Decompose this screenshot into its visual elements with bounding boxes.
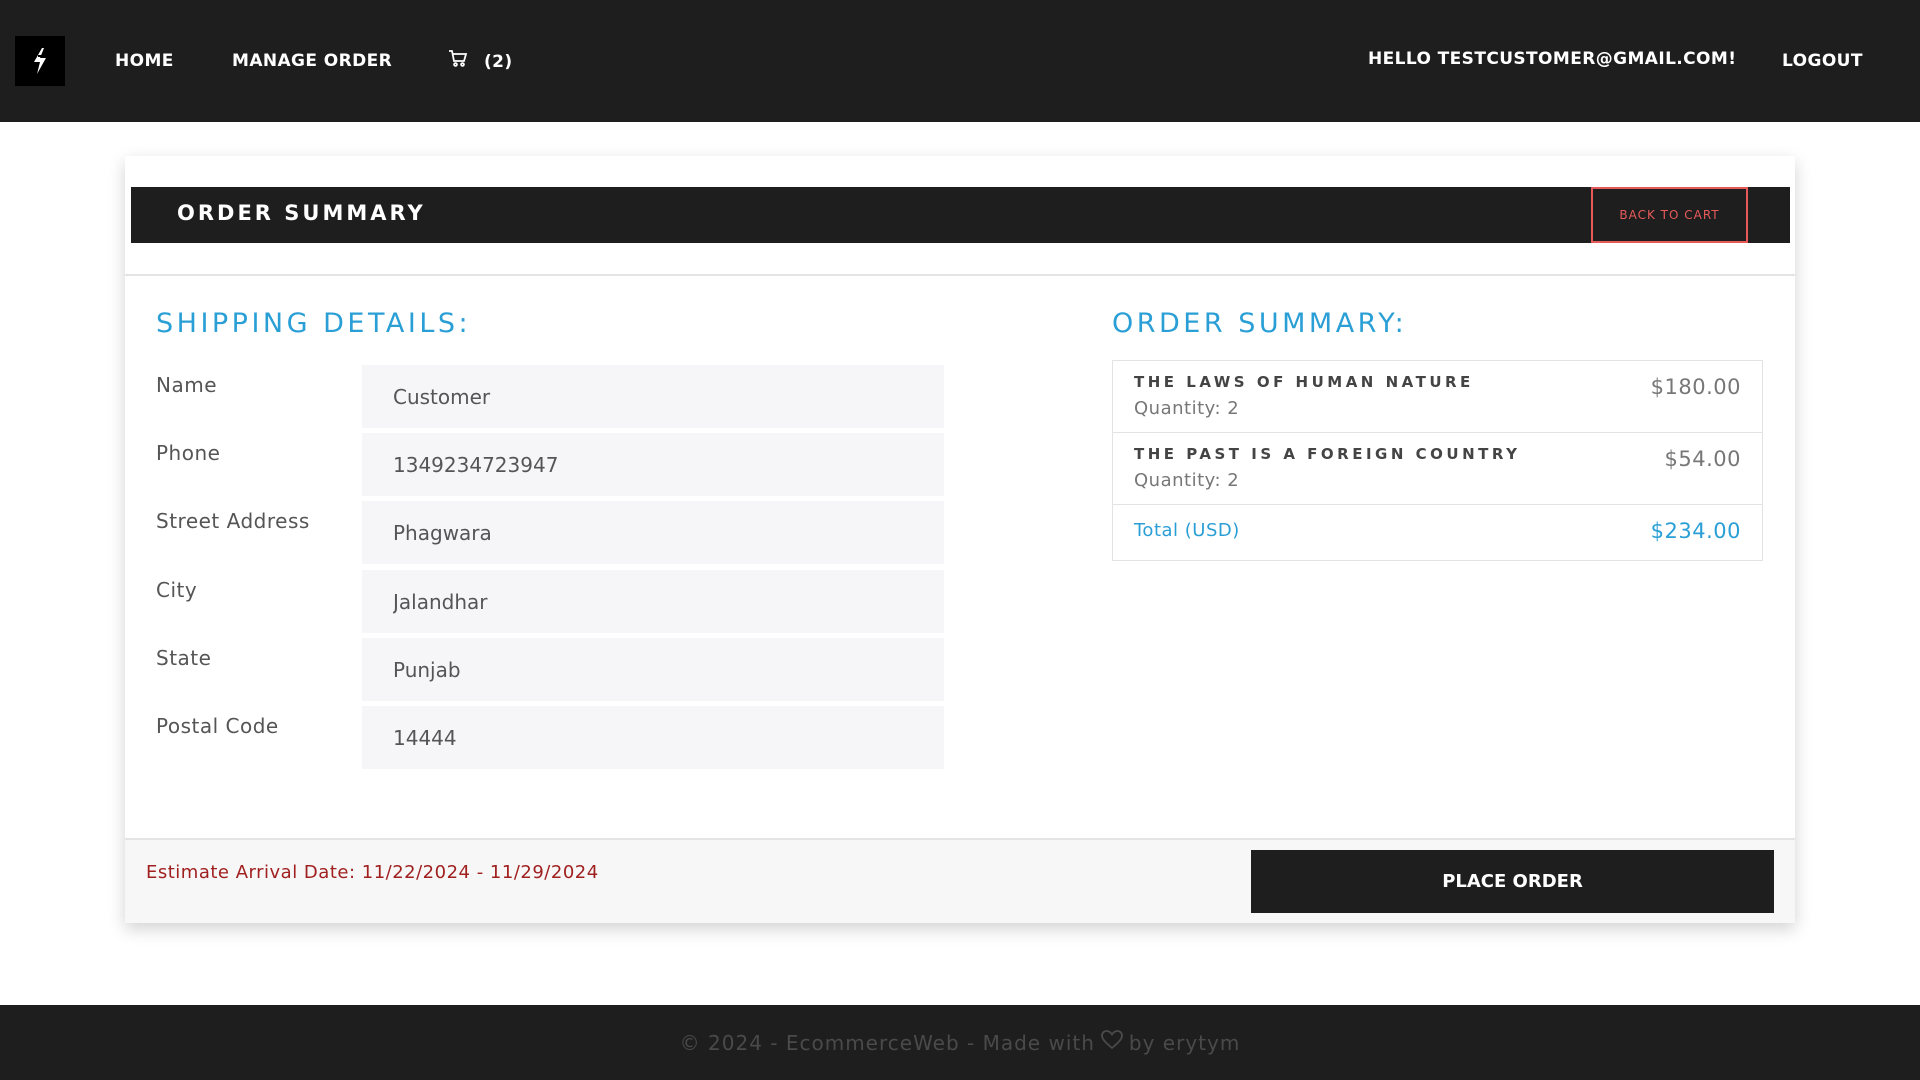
city-label: City (156, 578, 198, 602)
street-address-field[interactable] (362, 501, 944, 564)
cart-icon (448, 49, 468, 74)
item-quantity: Quantity: 2 (1134, 398, 1240, 419)
nav-home-link[interactable]: HOME (115, 49, 174, 73)
divider (125, 274, 1795, 276)
postal-code-label: Postal Code (156, 714, 279, 738)
footer-author-link[interactable]: by erytym (1129, 1031, 1240, 1055)
logo-icon[interactable] (15, 36, 65, 86)
page-title: ORDER SUMMARY (177, 201, 426, 225)
item-price: $180.00 (1650, 375, 1741, 399)
list-item: THE LAWS OF HUMAN NATURE Quantity: 2 $18… (1113, 361, 1762, 433)
order-summary-title: ORDER SUMMARY: (1112, 308, 1408, 339)
item-name: THE LAWS OF HUMAN NATURE (1134, 373, 1474, 391)
form-row-postal: Postal Code (156, 706, 946, 769)
nav-manage-order-link[interactable]: MANAGE ORDER (232, 49, 392, 73)
footer-text: © 2024 - EcommerceWeb - Made with by ery… (680, 1030, 1241, 1055)
total-label: Total (USD) (1134, 520, 1240, 541)
nav-cart-link[interactable]: (2) (448, 49, 513, 74)
form-row-street: Street Address (156, 501, 946, 564)
form-row-city: City (156, 570, 946, 633)
shipping-details-title: SHIPPING DETAILS: (156, 308, 472, 339)
state-field[interactable] (362, 638, 944, 701)
navbar: HOME MANAGE ORDER (2) HELLO TESTCUSTOMER… (0, 0, 1920, 122)
back-to-cart-button[interactable]: BACK TO CART (1591, 187, 1748, 243)
form-row-phone: Phone (156, 433, 946, 496)
name-label: Name (156, 373, 218, 397)
item-price: $54.00 (1664, 447, 1741, 471)
postal-code-field[interactable] (362, 706, 944, 769)
page-footer: © 2024 - EcommerceWeb - Made with by ery… (0, 1005, 1920, 1080)
state-label: State (156, 646, 212, 670)
place-order-button[interactable]: PLACE ORDER (1251, 850, 1774, 913)
card-footer: Estimate Arrival Date: 11/22/2024 - 11/2… (125, 838, 1795, 923)
card-header: ORDER SUMMARY BACK TO CART (131, 187, 1790, 243)
logout-link[interactable]: LOGOUT (1782, 49, 1863, 73)
cart-count: (2) (484, 51, 513, 72)
footer-prefix: © 2024 - EcommerceWeb - Made with (679, 1030, 1095, 1055)
list-item: THE PAST IS A FOREIGN COUNTRY Quantity: … (1113, 433, 1762, 505)
order-summary-list: THE LAWS OF HUMAN NATURE Quantity: 2 $18… (1112, 360, 1763, 561)
item-name: THE PAST IS A FOREIGN COUNTRY (1134, 445, 1521, 463)
city-field[interactable] (362, 570, 944, 633)
total-row: Total (USD) $234.00 (1113, 505, 1762, 560)
order-card: ORDER SUMMARY BACK TO CART SHIPPING DETA… (125, 156, 1795, 923)
total-value: $234.00 (1650, 519, 1741, 543)
name-field[interactable] (362, 365, 944, 428)
item-quantity: Quantity: 2 (1134, 470, 1240, 491)
phone-label: Phone (156, 441, 221, 465)
heart-icon (1101, 1030, 1123, 1055)
phone-field[interactable] (362, 433, 944, 496)
user-greeting: HELLO TESTCUSTOMER@GMAIL.COM! (1368, 49, 1737, 69)
estimate-arrival-date: Estimate Arrival Date: 11/22/2024 - 11/2… (146, 862, 599, 883)
street-address-label: Street Address (156, 509, 310, 533)
form-row-name: Name (156, 365, 946, 428)
form-row-state: State (156, 638, 946, 701)
